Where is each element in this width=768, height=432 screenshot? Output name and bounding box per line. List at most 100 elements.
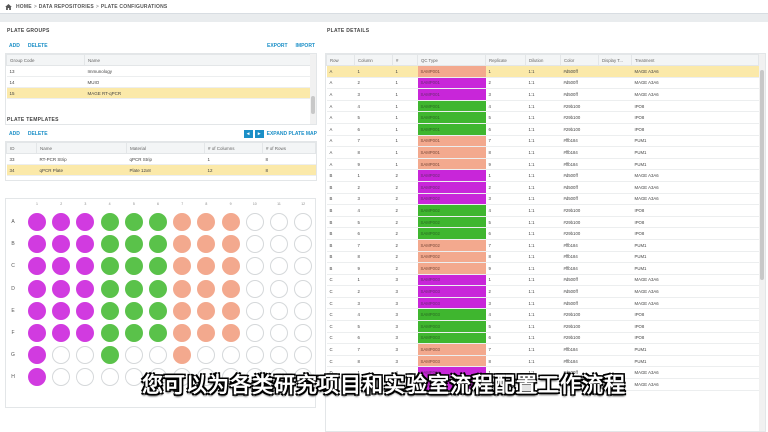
- table-row[interactable]: A 3 1 SAMP001 3 1:1 #d500ff MAGE A3A6: [326, 88, 759, 101]
- plate-well[interactable]: [52, 346, 71, 365]
- plate-well[interactable]: [173, 301, 192, 320]
- plate-well[interactable]: [221, 279, 240, 298]
- col-header-dilution[interactable]: Dilution: [525, 54, 561, 66]
- plate-well[interactable]: [124, 257, 143, 276]
- plate-well[interactable]: [76, 324, 95, 342]
- table-row[interactable]: A 5 1 SAMP001 5 1:1 #29b100 IPO8: [326, 111, 759, 124]
- plate-well[interactable]: [294, 235, 313, 254]
- plate-well[interactable]: [197, 324, 216, 342]
- plate-well[interactable]: [221, 257, 240, 276]
- plate-well[interactable]: [294, 257, 313, 276]
- plate-well[interactable]: [76, 346, 95, 365]
- qc-type-cell[interactable]: SAMP002: [417, 204, 486, 217]
- table-row[interactable]: C 8 3 SAMP003 8 1:1 #ffb184 PUM1: [326, 355, 759, 368]
- plate-well[interactable]: [245, 213, 264, 231]
- plate-well[interactable]: [124, 279, 143, 298]
- table-row[interactable]: B 7 2 SAMP002 7 1:1 #ffb184 PUM1: [326, 239, 759, 252]
- plate-well[interactable]: [52, 279, 71, 298]
- qc-type-cell[interactable]: SAMP003: [417, 308, 486, 322]
- next-button[interactable]: ▸: [254, 130, 264, 138]
- plate-well[interactable]: [221, 346, 240, 365]
- col-header-color[interactable]: Color: [560, 54, 599, 66]
- plate-well[interactable]: [124, 346, 143, 365]
- table-row[interactable]: 34 qPCR Plate Plate 12x8 12 8: [6, 164, 316, 176]
- plate-well[interactable]: [173, 235, 192, 254]
- qc-type-cell[interactable]: SAMP001: [417, 123, 486, 136]
- qc-type-cell[interactable]: SAMP003: [417, 297, 486, 310]
- plate-well[interactable]: [245, 301, 264, 320]
- plate-well[interactable]: [28, 235, 46, 254]
- plate-well[interactable]: [100, 346, 119, 365]
- col-header-qc-type[interactable]: QC Type: [417, 54, 486, 66]
- table-row[interactable]: B 3 2 SAMP002 3 1:1 #d500ff MAGE A3A6: [326, 193, 759, 206]
- table-row[interactable]: A 2 1 SAMP001 2 1:1 #d500ff MAGE A3A6: [326, 77, 759, 90]
- home-icon[interactable]: [5, 3, 12, 10]
- qc-type-cell[interactable]: SAMP003: [417, 355, 486, 368]
- table-row[interactable]: 33 RT-PCR Strip qPCR Strip 1 8: [6, 153, 316, 165]
- plate-well[interactable]: [270, 213, 288, 231]
- plate-well[interactable]: [173, 257, 192, 276]
- plate-well[interactable]: [76, 301, 95, 320]
- col-header-display-text[interactable]: Display T...: [598, 54, 632, 66]
- plate-well[interactable]: [28, 257, 46, 276]
- prev-button[interactable]: ◂: [243, 130, 253, 138]
- col-header-replicate[interactable]: Replicate: [485, 54, 526, 66]
- qc-type-cell[interactable]: SAMP003: [417, 343, 486, 356]
- plate-well[interactable]: [28, 213, 46, 231]
- table-row[interactable]: B 9 2 SAMP002 9 1:1 #ffb184 PUM1: [326, 262, 759, 275]
- col-header-template-name[interactable]: Name: [36, 142, 127, 154]
- plate-well[interactable]: [124, 301, 143, 320]
- plate-well[interactable]: [221, 213, 240, 231]
- table-row[interactable]: B 5 2 SAMP002 5 1:1 #29b100 IPO8: [326, 216, 759, 229]
- qc-type-cell[interactable]: SAMP001: [417, 135, 486, 148]
- qc-type-cell[interactable]: SAMP002: [417, 181, 486, 194]
- table-row[interactable]: A 8 1 SAMP001 8 1:1 #ffb184 PUM1: [326, 146, 759, 159]
- plate-well[interactable]: [245, 346, 264, 365]
- col-header-columns[interactable]: # of Columns: [204, 142, 263, 154]
- plate-well[interactable]: [221, 235, 240, 254]
- table-row[interactable]: C 3 3 SAMP003 3 1:1 #d500ff MAGE A3A6: [326, 297, 759, 310]
- plate-well[interactable]: [149, 324, 167, 342]
- plate-well[interactable]: [52, 213, 71, 231]
- plate-well[interactable]: [221, 324, 240, 342]
- plate-well[interactable]: [173, 324, 192, 342]
- plate-well[interactable]: [294, 213, 313, 231]
- plate-well[interactable]: [270, 235, 288, 254]
- plate-well[interactable]: [245, 235, 264, 254]
- col-header-id[interactable]: ID: [6, 142, 37, 154]
- table-row[interactable]: B 8 2 SAMP002 8 1:1 #ffb184 PUM1: [326, 251, 759, 264]
- plate-well[interactable]: [270, 324, 288, 342]
- table-row[interactable]: A 7 1 SAMP001 7 1:1 #ffb184 PUM1: [326, 135, 759, 148]
- breadcrumb-home[interactable]: HOME: [16, 4, 32, 10]
- table-row[interactable]: 15 MAGE RT-qPCR: [6, 87, 312, 99]
- qc-type-cell[interactable]: SAMP001: [417, 77, 486, 90]
- plate-well[interactable]: [28, 324, 46, 342]
- plate-well[interactable]: [270, 257, 288, 276]
- plate-well[interactable]: [52, 235, 71, 254]
- table-row[interactable]: A 9 1 SAMP001 9 1:1 #ffb184 PUM1: [326, 158, 759, 171]
- col-header-material[interactable]: Material: [126, 142, 205, 154]
- plate-well[interactable]: [149, 213, 167, 231]
- qc-type-cell[interactable]: SAMP002: [417, 169, 486, 182]
- plate-well[interactable]: [149, 301, 167, 320]
- plate-well[interactable]: [100, 235, 119, 254]
- plate-well[interactable]: [197, 213, 216, 231]
- plate-well[interactable]: [197, 235, 216, 254]
- table-row[interactable]: C 4 3 SAMP003 4 1:1 #29b100 IPO8: [326, 308, 759, 322]
- plate-well[interactable]: [149, 346, 167, 365]
- qc-type-cell[interactable]: SAMP001: [417, 65, 486, 78]
- table-row[interactable]: B 6 2 SAMP002 6 1:1 #29b100 IPO8: [326, 227, 759, 240]
- qc-type-cell[interactable]: SAMP002: [417, 251, 486, 264]
- delete-template-button[interactable]: DELETE: [28, 131, 48, 137]
- plate-well[interactable]: [197, 346, 216, 365]
- import-button[interactable]: IMPORT: [296, 43, 315, 49]
- plate-well[interactable]: [100, 279, 119, 298]
- table-row[interactable]: B 2 2 SAMP002 2 1:1 #d500ff MAGE A3A6: [326, 181, 759, 194]
- plate-well[interactable]: [100, 324, 119, 342]
- table-row[interactable]: C 6 3 SAMP003 6 1:1 #29b100 IPO8: [326, 332, 759, 345]
- qc-type-cell[interactable]: SAMP002: [417, 193, 486, 206]
- plate-well[interactable]: [124, 213, 143, 231]
- col-header-number[interactable]: #: [392, 54, 418, 66]
- plate-well[interactable]: [76, 213, 95, 231]
- col-header-column[interactable]: Column: [354, 54, 393, 66]
